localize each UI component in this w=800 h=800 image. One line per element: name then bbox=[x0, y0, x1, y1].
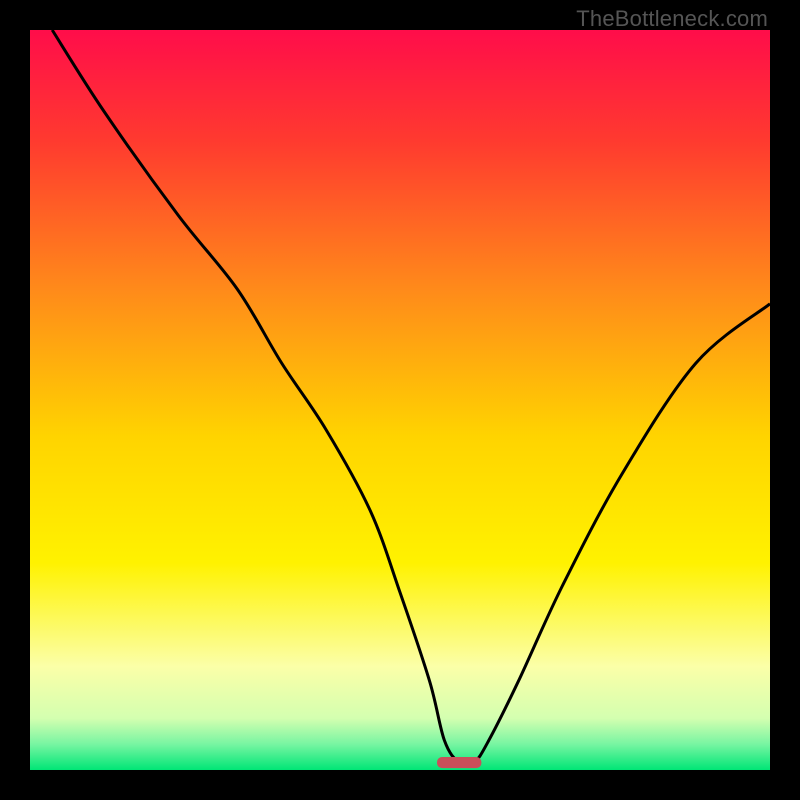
chart-frame: TheBottleneck.com bbox=[0, 0, 800, 800]
watermark-label: TheBottleneck.com bbox=[576, 6, 768, 32]
optimal-marker bbox=[437, 757, 481, 768]
curve-layer bbox=[30, 30, 770, 770]
plot-area bbox=[30, 30, 770, 770]
bottleneck-curve bbox=[52, 30, 770, 765]
